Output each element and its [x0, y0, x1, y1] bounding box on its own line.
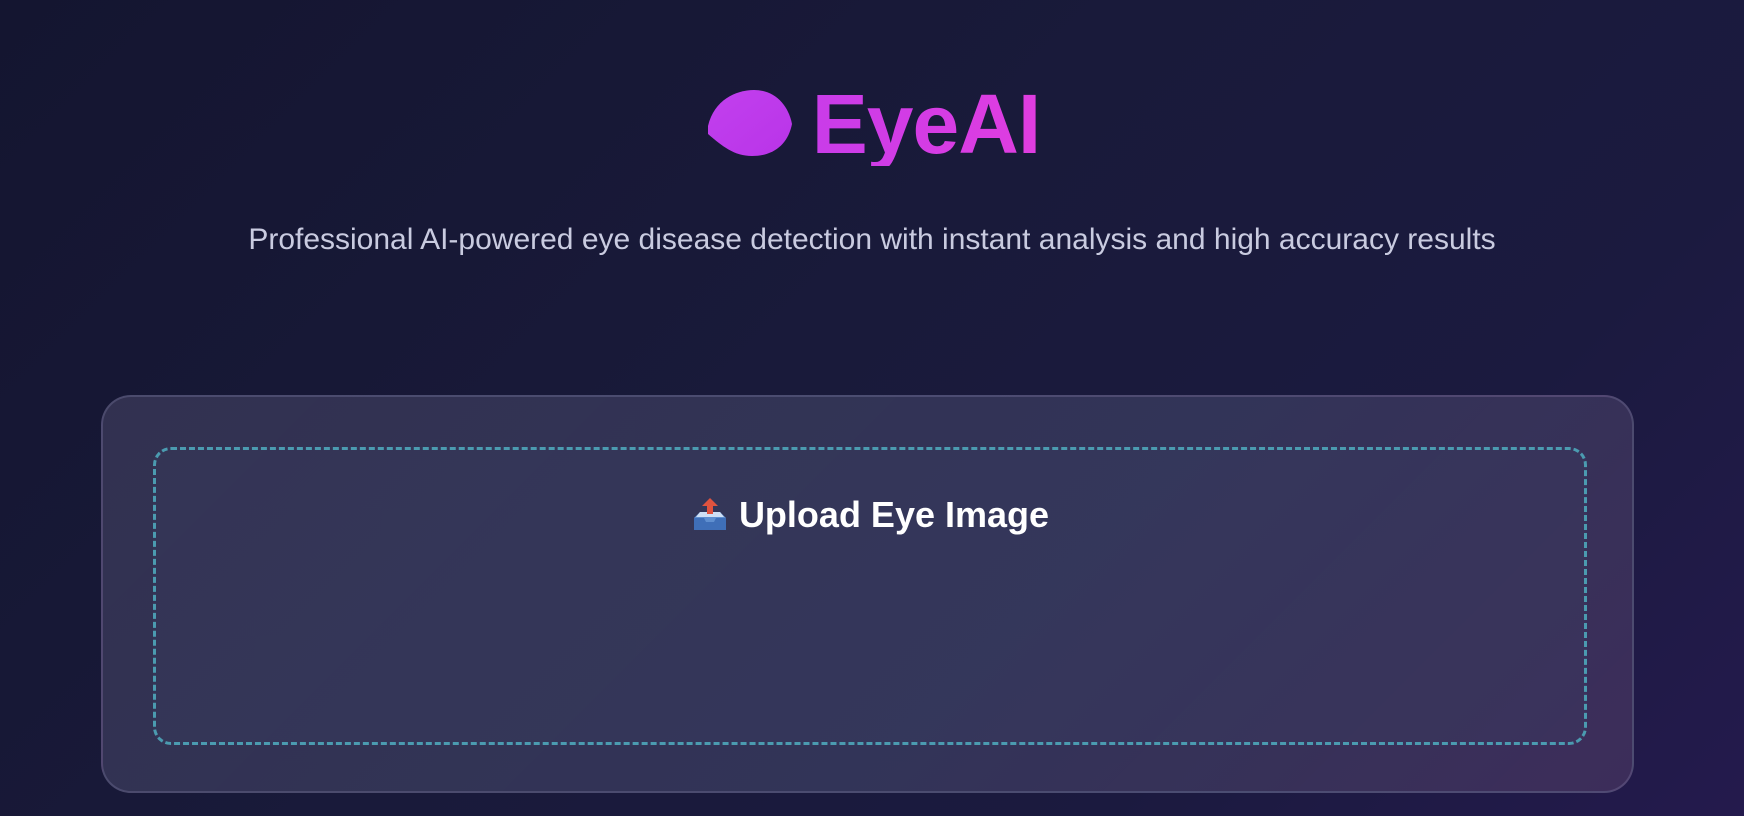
upload-heading: Upload Eye Image — [156, 494, 1584, 536]
brand: EyeAI — [0, 82, 1744, 166]
page-subtitle: Professional AI-powered eye disease dete… — [248, 223, 1496, 256]
upload-dropzone[interactable]: Upload Eye Image — [153, 447, 1587, 745]
upload-panel: Upload Eye Image — [101, 395, 1634, 793]
outbox-tray-icon — [691, 496, 729, 534]
upload-label: Upload Eye Image — [738, 494, 1050, 535]
hero-section: EyeAI Professional AI-powered eye diseas… — [0, 0, 1744, 300]
app-title: EyeAI — [811, 77, 1041, 171]
eye-icon — [704, 86, 796, 162]
